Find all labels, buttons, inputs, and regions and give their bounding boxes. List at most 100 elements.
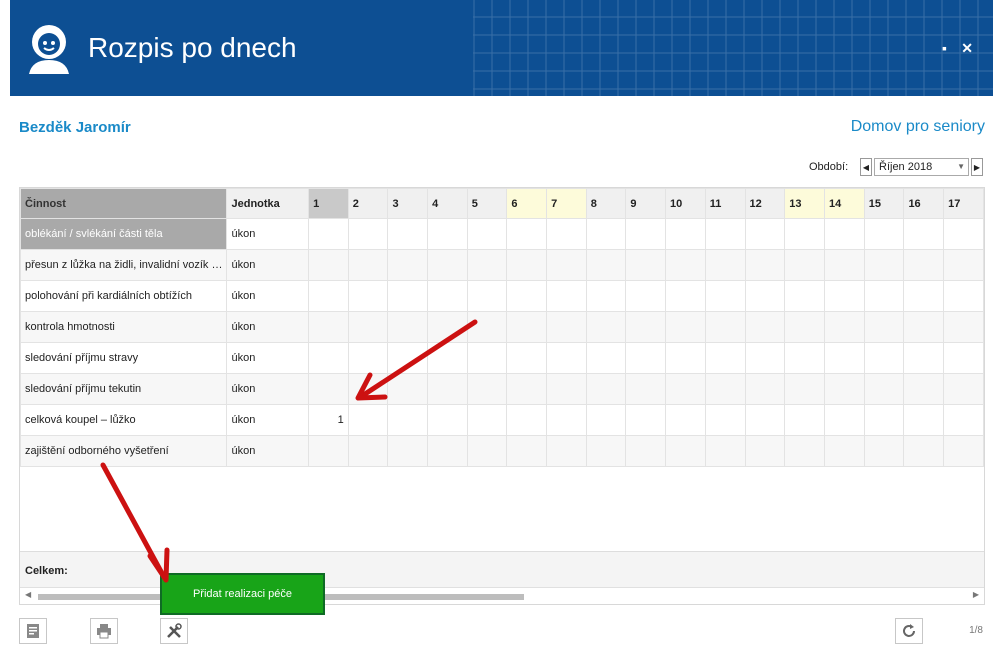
day-cell[interactable] bbox=[903, 342, 945, 374]
table-row[interactable]: zajištění odborného vyšetření úkon bbox=[20, 435, 984, 467]
day-cell[interactable] bbox=[863, 404, 905, 436]
day-cell[interactable] bbox=[585, 249, 627, 281]
refresh-button[interactable] bbox=[895, 618, 923, 644]
day-cell[interactable] bbox=[823, 342, 865, 374]
day-cell[interactable]: 1 bbox=[308, 404, 349, 436]
day-cell[interactable] bbox=[625, 373, 667, 405]
day-cell[interactable] bbox=[546, 404, 587, 436]
day-cell[interactable] bbox=[665, 342, 706, 374]
day-cell[interactable] bbox=[784, 311, 825, 343]
day-cell[interactable] bbox=[784, 342, 825, 374]
day-cell[interactable] bbox=[823, 280, 865, 312]
day-cell[interactable] bbox=[387, 280, 429, 312]
prev-icon[interactable]: ◀ bbox=[860, 158, 872, 176]
day-cell[interactable] bbox=[704, 280, 746, 312]
table-row[interactable]: přesun z lůžka na židli, invalidní vozík… bbox=[20, 249, 984, 281]
day-cell[interactable] bbox=[943, 218, 984, 250]
day-cell[interactable] bbox=[506, 280, 548, 312]
day-cell[interactable] bbox=[903, 249, 945, 281]
day-cell[interactable] bbox=[427, 435, 468, 467]
day-cell[interactable] bbox=[427, 249, 468, 281]
day-cell[interactable] bbox=[387, 218, 429, 250]
table-row[interactable]: celková koupel – lůžko úkon 1 bbox=[20, 404, 984, 436]
day-cell[interactable] bbox=[704, 249, 746, 281]
day-cell[interactable] bbox=[506, 342, 548, 374]
day-cell[interactable] bbox=[665, 218, 706, 250]
day-cell[interactable] bbox=[665, 435, 706, 467]
day-cell[interactable] bbox=[943, 249, 984, 281]
day-cell[interactable] bbox=[744, 249, 786, 281]
day-cell[interactable] bbox=[665, 373, 706, 405]
day-cell[interactable] bbox=[704, 218, 746, 250]
table-row[interactable]: oblékání / svlékání části těla úkon bbox=[20, 218, 984, 250]
day-cell[interactable] bbox=[704, 435, 746, 467]
day-cell[interactable] bbox=[704, 342, 746, 374]
day-cell[interactable] bbox=[585, 342, 627, 374]
day-cell[interactable] bbox=[744, 373, 786, 405]
maximize-icon[interactable]: ▪ bbox=[942, 40, 947, 56]
day-cell[interactable] bbox=[943, 404, 984, 436]
day-cell[interactable] bbox=[903, 373, 945, 405]
activity-cell[interactable]: sledování příjmu stravy bbox=[20, 342, 228, 374]
day-cell[interactable] bbox=[506, 373, 548, 405]
scroll-left-icon[interactable]: ◀ bbox=[25, 590, 31, 599]
day-cell[interactable] bbox=[427, 373, 468, 405]
day-cell[interactable] bbox=[863, 342, 905, 374]
day-cell[interactable] bbox=[863, 280, 905, 312]
day-cell[interactable] bbox=[823, 311, 865, 343]
note-button[interactable] bbox=[19, 618, 47, 644]
day-cell[interactable] bbox=[427, 280, 468, 312]
day-cell[interactable] bbox=[466, 280, 508, 312]
day-cell[interactable] bbox=[466, 249, 508, 281]
day-cell[interactable] bbox=[308, 249, 349, 281]
day-cell[interactable] bbox=[347, 342, 389, 374]
day-cell[interactable] bbox=[308, 218, 349, 250]
table-row[interactable]: sledování příjmu tekutin úkon bbox=[20, 373, 984, 405]
day-cell[interactable] bbox=[506, 435, 548, 467]
day-cell[interactable] bbox=[665, 311, 706, 343]
day-cell[interactable] bbox=[347, 280, 389, 312]
day-cell[interactable] bbox=[427, 404, 468, 436]
day-cell[interactable] bbox=[347, 249, 389, 281]
day-cell[interactable] bbox=[427, 311, 468, 343]
activity-cell[interactable]: oblékání / svlékání části těla bbox=[20, 218, 228, 250]
day-cell[interactable] bbox=[387, 311, 429, 343]
activity-cell[interactable]: přesun z lůžka na židli, invalidní vozík… bbox=[20, 249, 228, 281]
day-cell[interactable] bbox=[347, 311, 389, 343]
day-cell[interactable] bbox=[784, 435, 825, 467]
close-icon[interactable]: ✕ bbox=[961, 40, 973, 57]
table-row[interactable]: sledování příjmu stravy úkon bbox=[20, 342, 984, 374]
day-cell[interactable] bbox=[387, 249, 429, 281]
day-cell[interactable] bbox=[863, 218, 905, 250]
day-cell[interactable] bbox=[625, 342, 667, 374]
day-cell[interactable] bbox=[863, 435, 905, 467]
day-cell[interactable] bbox=[744, 342, 786, 374]
day-cell[interactable] bbox=[387, 373, 429, 405]
day-cell[interactable] bbox=[387, 435, 429, 467]
day-cell[interactable] bbox=[546, 280, 587, 312]
day-cell[interactable] bbox=[585, 404, 627, 436]
day-cell[interactable] bbox=[665, 249, 706, 281]
day-cell[interactable] bbox=[506, 249, 548, 281]
day-cell[interactable] bbox=[625, 280, 667, 312]
day-cell[interactable] bbox=[823, 249, 865, 281]
day-cell[interactable] bbox=[665, 404, 706, 436]
day-cell[interactable] bbox=[546, 342, 587, 374]
day-cell[interactable] bbox=[863, 311, 905, 343]
day-cell[interactable] bbox=[546, 311, 587, 343]
day-cell[interactable] bbox=[506, 218, 548, 250]
day-cell[interactable] bbox=[347, 435, 389, 467]
day-cell[interactable] bbox=[546, 249, 587, 281]
day-cell[interactable] bbox=[863, 249, 905, 281]
day-cell[interactable] bbox=[546, 373, 587, 405]
day-cell[interactable] bbox=[427, 342, 468, 374]
day-cell[interactable] bbox=[308, 342, 349, 374]
print-button[interactable] bbox=[90, 618, 118, 644]
day-cell[interactable] bbox=[466, 311, 508, 343]
day-cell[interactable] bbox=[308, 373, 349, 405]
day-cell[interactable] bbox=[863, 373, 905, 405]
day-cell[interactable] bbox=[784, 218, 825, 250]
day-cell[interactable] bbox=[466, 342, 508, 374]
day-cell[interactable] bbox=[665, 280, 706, 312]
day-cell[interactable] bbox=[347, 404, 389, 436]
